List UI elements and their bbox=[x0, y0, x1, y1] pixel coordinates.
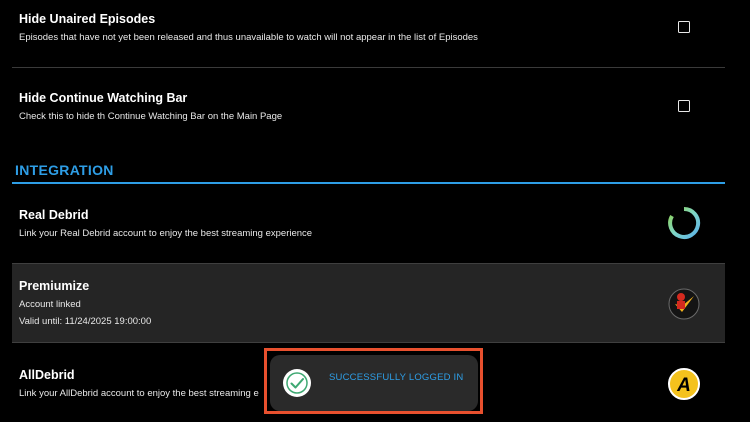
setting-description: Episodes that have not yet been released… bbox=[19, 32, 478, 43]
setting-title: Hide Unaired Episodes bbox=[19, 12, 156, 26]
hide-unaired-checkbox[interactable] bbox=[678, 21, 690, 33]
check-circle-icon bbox=[282, 368, 312, 398]
alldebrid-logo-icon: A bbox=[667, 367, 701, 401]
account-status: Account linked bbox=[19, 299, 81, 310]
toast-message: SUCCESSFULLY LOGGED IN bbox=[329, 372, 464, 383]
integration-title: Real Debrid bbox=[19, 208, 89, 222]
setting-title: Hide Continue Watching Bar bbox=[19, 91, 188, 105]
integration-description: Link your Real Debrid account to enjoy t… bbox=[19, 228, 313, 239]
real-debrid-logo-icon bbox=[667, 206, 701, 240]
login-success-toast: SUCCESSFULLY LOGGED IN bbox=[270, 355, 478, 411]
integration-title: AllDebrid bbox=[19, 368, 75, 382]
setting-hide-continue-watching-bar[interactable]: Hide Continue Watching Bar Check this to… bbox=[12, 80, 725, 140]
integration-premiumize[interactable]: Premiumize Account linked Valid until: 1… bbox=[12, 263, 725, 343]
section-title-integration: INTEGRATION bbox=[15, 162, 114, 178]
setting-hide-unaired-episodes[interactable]: Hide Unaired Episodes Episodes that have… bbox=[12, 0, 725, 60]
setting-description: Check this to hide th Continue Watching … bbox=[19, 111, 283, 122]
section-divider bbox=[12, 182, 725, 184]
integration-description: Link your AllDebrid account to enjoy the… bbox=[19, 388, 259, 399]
divider bbox=[12, 67, 725, 68]
hide-continue-checkbox[interactable] bbox=[678, 100, 690, 112]
premiumize-logo-icon bbox=[667, 287, 701, 321]
svg-text:A: A bbox=[676, 375, 691, 396]
valid-until: Valid until: 11/24/2025 19:00:00 bbox=[19, 316, 152, 327]
integration-title: Premiumize bbox=[19, 279, 90, 293]
integration-real-debrid[interactable]: Real Debrid Link your Real Debrid accoun… bbox=[12, 195, 725, 255]
